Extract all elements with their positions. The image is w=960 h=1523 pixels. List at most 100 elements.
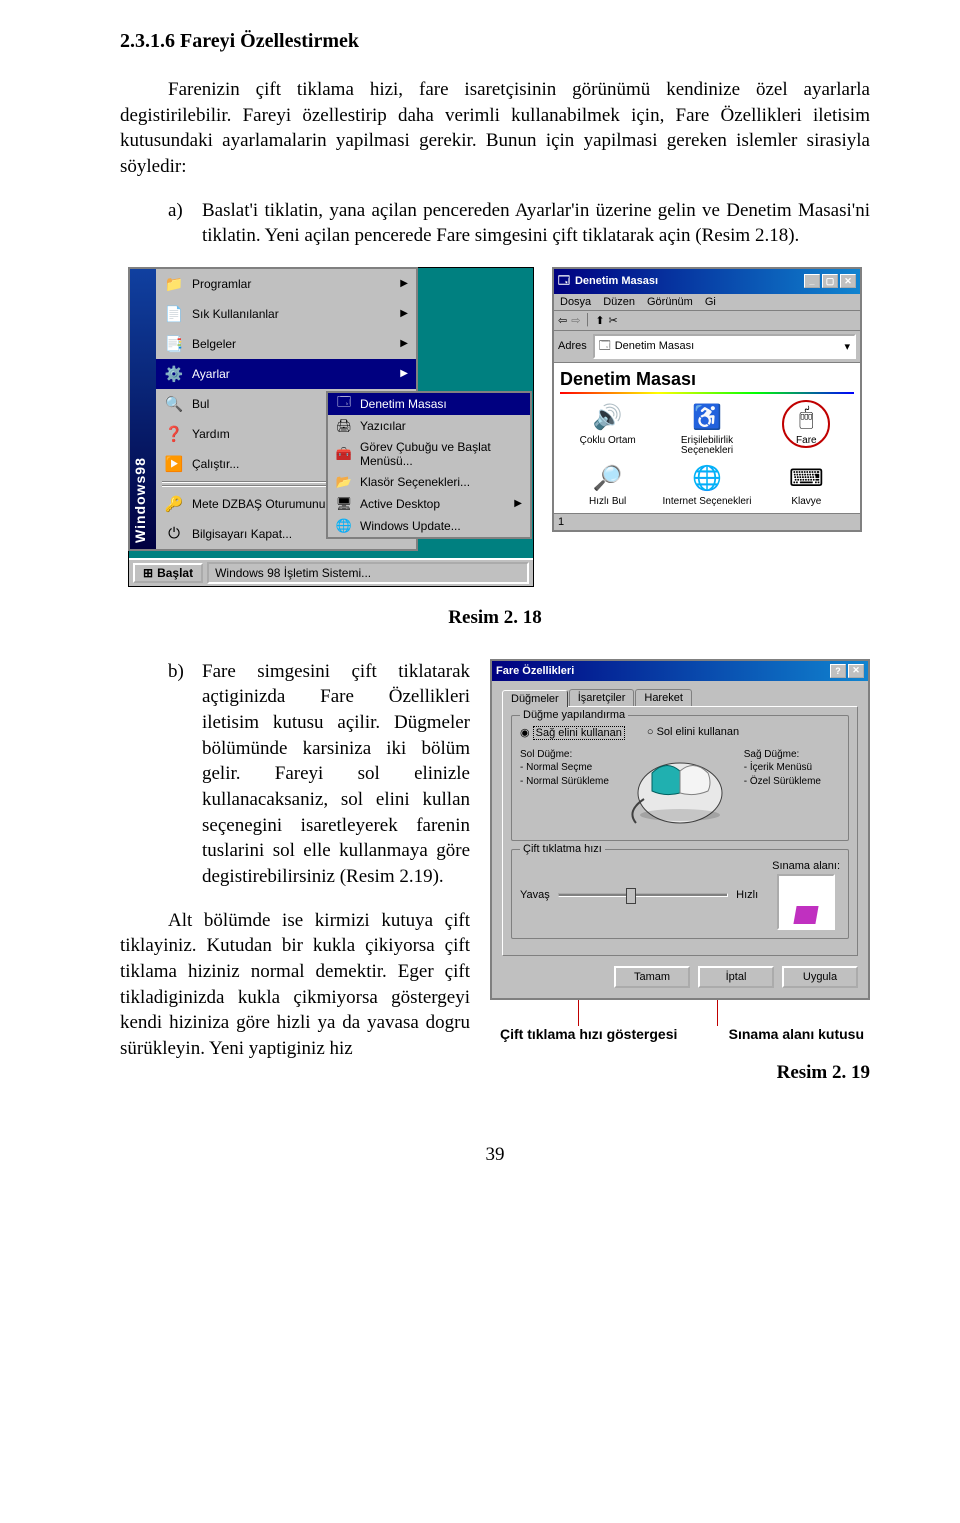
- mouse-dialog-tab[interactable]: Hareket: [635, 689, 692, 706]
- control-panel-item[interactable]: 🔎 Hızlı Bul: [560, 463, 655, 508]
- start-button[interactable]: ⊞ Başlat: [133, 563, 203, 583]
- control-panel-header: Denetim Masası: [560, 369, 854, 390]
- submenu-item-label: Denetim Masası: [360, 397, 447, 411]
- radio-left-hand[interactable]: ○ Sol elini kullanan: [647, 726, 739, 738]
- cp-item-label: Internet Seçenekleri: [663, 497, 752, 508]
- apply-button[interactable]: Uygula: [782, 966, 858, 988]
- submenu-item[interactable]: 🌐Windows Update...: [328, 515, 530, 537]
- ok-button[interactable]: Tamam: [614, 966, 690, 988]
- cancel-button[interactable]: İptal: [698, 966, 774, 988]
- test-area-box[interactable]: [777, 874, 835, 930]
- startmenu-item[interactable]: 📁Programlar▶: [156, 269, 416, 299]
- close-icon[interactable]: ✕: [848, 664, 864, 678]
- mouse-dialog-titlebar[interactable]: Fare Özellikleri ? ✕: [492, 661, 868, 681]
- startmenu-item-icon: 🔍: [164, 394, 184, 414]
- startmenu-item-icon: 📑: [164, 334, 184, 354]
- page-number: 39: [120, 1144, 870, 1166]
- settings-submenu: 🗔Denetim Masası 🖨 Yazıcılar 🧰Görev Çubuğu v…: [326, 391, 532, 539]
- startmenu-item-icon: 📁: [164, 274, 184, 294]
- right-button-label: Sağ Düğme:: [744, 749, 840, 761]
- address-value: Denetim Masası: [615, 340, 694, 352]
- left-button-label: Sol Düğme:: [520, 749, 616, 761]
- control-panel-item[interactable]: ⌨Klavye: [759, 463, 854, 508]
- menu-item[interactable]: Düzen: [603, 296, 635, 308]
- figure-2-18: ⊞ Başlat Windows 98 İşletim Sistemi... W…: [120, 267, 870, 587]
- control-panel-item[interactable]: 🌐 Internet Seçenekleri: [659, 463, 754, 508]
- menu-item[interactable]: Gi: [705, 296, 716, 308]
- menu-item[interactable]: Görünüm: [647, 296, 693, 308]
- startmenu-item-label: Bilgisayarı Kapat...: [192, 527, 292, 541]
- button-config-legend: Düğme yapılandırma: [520, 709, 628, 721]
- double-click-speed-legend: Çift tıklatma hızı: [520, 843, 605, 855]
- test-area-label: Sınama alanı:: [772, 860, 840, 872]
- figure-2-19-caption: Resim 2. 19: [490, 1062, 870, 1084]
- control-panel-item[interactable]: 🔊Çoklu Ortam: [560, 402, 655, 457]
- control-panel-titlebar[interactable]: 🗔 Denetim Masası _ ▢ ✕: [554, 269, 860, 294]
- mouse-graphic-icon: [630, 749, 730, 832]
- cp-item-icon: ⌨: [790, 463, 822, 495]
- submenu-item-label: Yazıcılar: [360, 419, 406, 433]
- startmenu-item[interactable]: 📄Sık Kullanılanlar▶: [156, 299, 416, 329]
- cut-icon[interactable]: ✂: [609, 314, 618, 327]
- submenu-item[interactable]: 🖨 Yazıcılar: [328, 415, 530, 437]
- control-panel-window: 🗔 Denetim Masası _ ▢ ✕ Dosya Düzen Görünüm…: [552, 267, 862, 533]
- slider-thumb[interactable]: [626, 888, 636, 904]
- radio-right-hand[interactable]: ◉ Sağ elini kullanan: [520, 726, 625, 739]
- control-panel-item[interactable]: 🖱 Fare: [759, 402, 854, 457]
- submenu-item-icon: 🖥: [336, 496, 352, 512]
- cp-item-label: Hızlı Bul: [589, 497, 626, 508]
- startmenu-item-icon: ❓: [164, 424, 184, 444]
- back-icon[interactable]: ⇦: [558, 314, 567, 327]
- startmenu-item-label: Ayarlar: [192, 367, 230, 381]
- left-button-item2: - Normal Sürükleme: [520, 776, 616, 788]
- startmenu-item-label: Programlar: [192, 277, 251, 291]
- double-click-slider[interactable]: [558, 893, 728, 897]
- startmenu-item-label: Sık Kullanılanlar: [192, 307, 279, 321]
- mouse-dialog-tab[interactable]: Düğmeler: [502, 690, 568, 707]
- figure-2-18-caption: Resim 2. 18: [120, 607, 870, 629]
- control-panel-icon: 🗔: [558, 272, 570, 291]
- startmenu-item[interactable]: ⚙️ Ayarlar ▶: [156, 359, 416, 389]
- control-panel-menubar: Dosya Düzen Görünüm Gi: [554, 294, 860, 311]
- startmenu-item-icon: ⚙️: [164, 364, 184, 384]
- startmenu-item-label: Bul: [192, 397, 209, 411]
- cp-item-label: Fare: [796, 436, 817, 447]
- control-panel-status: 1: [554, 513, 860, 530]
- mouse-dialog-tab[interactable]: İşaretçiler: [569, 689, 635, 706]
- startmenu-sidebar: Windows98: [130, 269, 156, 549]
- startmenu-item-label: Yardım: [192, 427, 230, 441]
- control-panel-title: Denetim Masası: [575, 275, 658, 287]
- slider-fast-label: Hızlı: [736, 889, 758, 901]
- cp-item-icon: 🔎: [592, 463, 624, 495]
- close-icon[interactable]: ✕: [840, 274, 856, 288]
- address-field[interactable]: 🗔 Denetim Masası ▾: [593, 334, 856, 359]
- submenu-item[interactable]: 🧰Görev Çubuğu ve Başlat Menüsü...: [328, 437, 530, 471]
- startmenu-item-label: Belgeler: [192, 337, 236, 351]
- control-panel-item[interactable]: ♿Erişilebilirlik Seçenekleri: [659, 402, 754, 457]
- maximize-icon[interactable]: ▢: [822, 274, 838, 288]
- submenu-item-label: Görev Çubuğu ve Başlat Menüsü...: [360, 440, 522, 468]
- startmenu-item[interactable]: 📑Belgeler▶: [156, 329, 416, 359]
- cp-item-icon: 🌐: [691, 463, 723, 495]
- minimize-icon[interactable]: _: [804, 274, 820, 288]
- chevron-down-icon[interactable]: ▾: [844, 340, 850, 353]
- submenu-item-icon: 🖨: [336, 418, 352, 434]
- cp-item-label: Çoklu Ortam: [580, 436, 636, 447]
- chevron-right-icon: ▶: [400, 368, 408, 379]
- taskbar-task[interactable]: Windows 98 İşletim Sistemi...: [207, 562, 529, 584]
- help-icon[interactable]: ?: [830, 664, 846, 678]
- address-label: Adres: [558, 340, 587, 352]
- forward-icon[interactable]: ⇨: [571, 314, 580, 327]
- menu-item[interactable]: Dosya: [560, 296, 591, 308]
- submenu-item[interactable]: 📂Klasör Seçenekleri...: [328, 471, 530, 493]
- callout-slider-label: Çift tıklama hızı göstergesi: [500, 1026, 677, 1042]
- left-button-item1: - Normal Seçme: [520, 762, 616, 774]
- submenu-item[interactable]: 🗔Denetim Masası: [328, 393, 530, 415]
- start-button-label: Başlat: [157, 566, 193, 580]
- taskbar: ⊞ Başlat Windows 98 İşletim Sistemi...: [129, 558, 533, 586]
- jack-in-box-icon: [793, 906, 818, 924]
- submenu-item-label: Active Desktop: [360, 497, 440, 511]
- cp-item-icon: 🖱: [790, 402, 822, 434]
- up-icon[interactable]: ⬆: [595, 314, 604, 327]
- submenu-item[interactable]: 🖥Active Desktop▶: [328, 493, 530, 515]
